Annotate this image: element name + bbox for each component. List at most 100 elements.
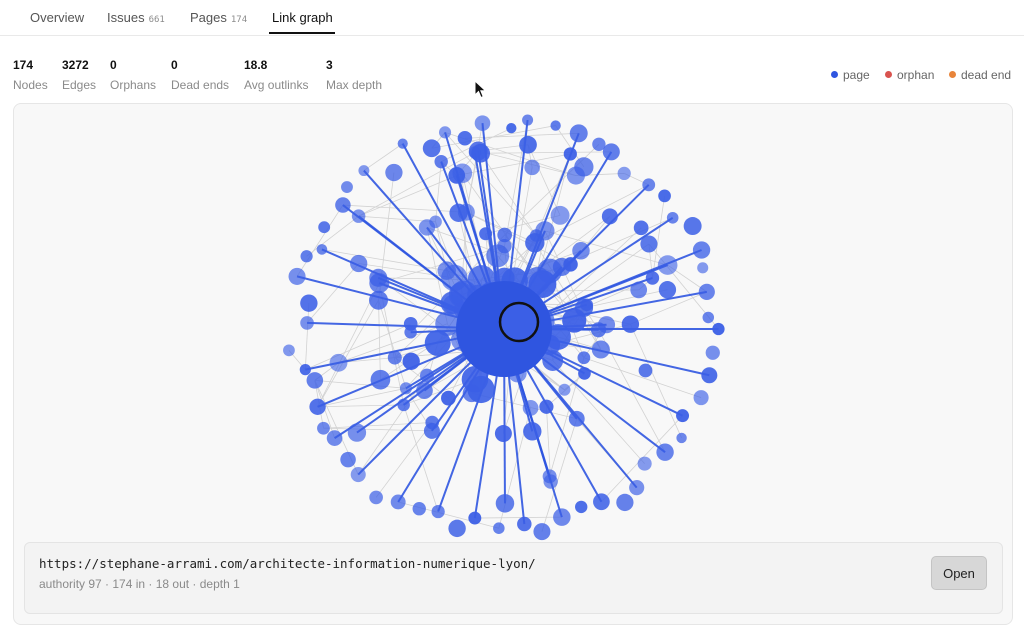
graph-node bbox=[369, 291, 388, 310]
graph-node bbox=[458, 131, 473, 146]
graph-node bbox=[539, 400, 553, 414]
tab-link-graph[interactable]: Link graph bbox=[272, 10, 333, 25]
graph-node bbox=[335, 197, 351, 213]
selected-node-url: https://stephane-arrami.com/architecte-i… bbox=[39, 556, 536, 571]
graph-node bbox=[558, 384, 570, 396]
tab-link-graph-label: Link graph bbox=[272, 10, 333, 25]
graph-node bbox=[630, 282, 647, 299]
graph-node bbox=[519, 136, 537, 154]
graph-node bbox=[523, 422, 541, 440]
graph-node bbox=[517, 517, 531, 531]
graph-node bbox=[307, 372, 324, 389]
tab-overview[interactable]: Overview bbox=[30, 10, 84, 25]
graph-node bbox=[385, 164, 402, 181]
graph-node bbox=[434, 155, 447, 168]
graph-node bbox=[425, 416, 439, 430]
graph-node bbox=[703, 312, 714, 323]
graph-hub[interactable] bbox=[456, 281, 552, 377]
graph-node bbox=[416, 382, 433, 399]
graph-node bbox=[309, 399, 325, 415]
mouse-cursor-icon bbox=[474, 80, 488, 105]
graph-node bbox=[283, 344, 295, 356]
graph-node bbox=[300, 316, 314, 330]
graph-node bbox=[656, 444, 673, 461]
graph-node bbox=[423, 139, 441, 157]
graph-edge bbox=[318, 300, 379, 407]
stat-nodes-value: 174 bbox=[13, 58, 48, 72]
graph-node bbox=[404, 326, 417, 339]
graph-node bbox=[388, 351, 402, 365]
graph-node bbox=[441, 391, 456, 406]
graph-node bbox=[398, 139, 408, 149]
graph-node bbox=[553, 508, 570, 525]
graph-node bbox=[493, 522, 505, 534]
tab-pages-label: Pages bbox=[190, 10, 227, 25]
graph-edge bbox=[379, 300, 381, 379]
graph-node bbox=[593, 493, 610, 510]
graph-edge bbox=[318, 405, 404, 407]
stat-avg-outlinks: 18.8 Avg outlinks bbox=[244, 58, 308, 92]
stat-edges-value: 3272 bbox=[62, 58, 96, 72]
graph-node bbox=[369, 491, 383, 505]
graph-node bbox=[598, 316, 615, 333]
graph-node bbox=[352, 209, 366, 223]
graph-node bbox=[658, 190, 671, 203]
graph-node bbox=[564, 147, 577, 160]
graph-node bbox=[300, 364, 311, 375]
graph-node bbox=[569, 411, 585, 427]
graph-node bbox=[616, 494, 633, 511]
graph-node bbox=[542, 350, 563, 371]
graph-node bbox=[523, 400, 539, 416]
graph-node bbox=[486, 244, 509, 267]
stat-edges-label: Edges bbox=[62, 78, 96, 92]
graph-node bbox=[496, 494, 515, 513]
tab-pages-count: 174 bbox=[231, 15, 247, 25]
graph-node bbox=[439, 126, 451, 138]
graph-node bbox=[301, 250, 313, 262]
graph-node bbox=[570, 124, 588, 142]
graph-node bbox=[622, 316, 639, 333]
graph-node bbox=[533, 523, 550, 540]
graph-node bbox=[468, 512, 481, 525]
graph-node bbox=[530, 229, 543, 242]
stat-dead-ends-value: 0 bbox=[171, 58, 229, 72]
graph-node bbox=[397, 399, 409, 411]
graph-node bbox=[575, 501, 587, 513]
graph-node bbox=[699, 284, 715, 300]
graph-node bbox=[578, 367, 591, 380]
graph-node bbox=[448, 167, 465, 184]
graph-node bbox=[577, 351, 590, 364]
tab-issues-label: Issues bbox=[107, 10, 145, 25]
graph-node bbox=[432, 505, 445, 518]
graph-edge bbox=[481, 152, 612, 153]
tab-pages[interactable]: Pages 174 bbox=[190, 10, 247, 25]
open-button[interactable]: Open bbox=[931, 556, 987, 590]
graph-node bbox=[467, 376, 494, 403]
graph-node bbox=[289, 268, 306, 285]
graph-edge bbox=[305, 303, 309, 369]
graph-node bbox=[340, 452, 356, 468]
tab-bar: Overview Issues661 Pages 174 Link graph bbox=[0, 0, 1024, 36]
legend-dead-end-label: dead end bbox=[961, 68, 1011, 82]
graph-node bbox=[522, 115, 533, 126]
graph-node bbox=[684, 217, 702, 235]
stat-edges: 3272 Edges bbox=[62, 58, 96, 92]
stat-dead-ends-label: Dead ends bbox=[171, 78, 229, 92]
graph-node bbox=[358, 165, 369, 176]
graph-node bbox=[317, 244, 328, 255]
legend-page-label: page bbox=[843, 68, 870, 82]
graph-node bbox=[403, 353, 420, 370]
graph-node bbox=[667, 212, 679, 224]
graph-node bbox=[592, 340, 610, 358]
graph-node bbox=[497, 228, 512, 243]
stat-nodes-label: Nodes bbox=[13, 78, 48, 92]
graph-node bbox=[618, 167, 631, 180]
graph-node bbox=[602, 208, 618, 224]
stat-orphans-label: Orphans bbox=[110, 78, 156, 92]
stat-avg-outlinks-label: Avg outlinks bbox=[244, 78, 308, 92]
graph-node bbox=[369, 273, 389, 293]
graph-node bbox=[371, 370, 391, 390]
graph-node bbox=[659, 281, 676, 298]
tab-issues[interactable]: Issues661 bbox=[107, 10, 165, 25]
graph-node bbox=[524, 160, 539, 175]
